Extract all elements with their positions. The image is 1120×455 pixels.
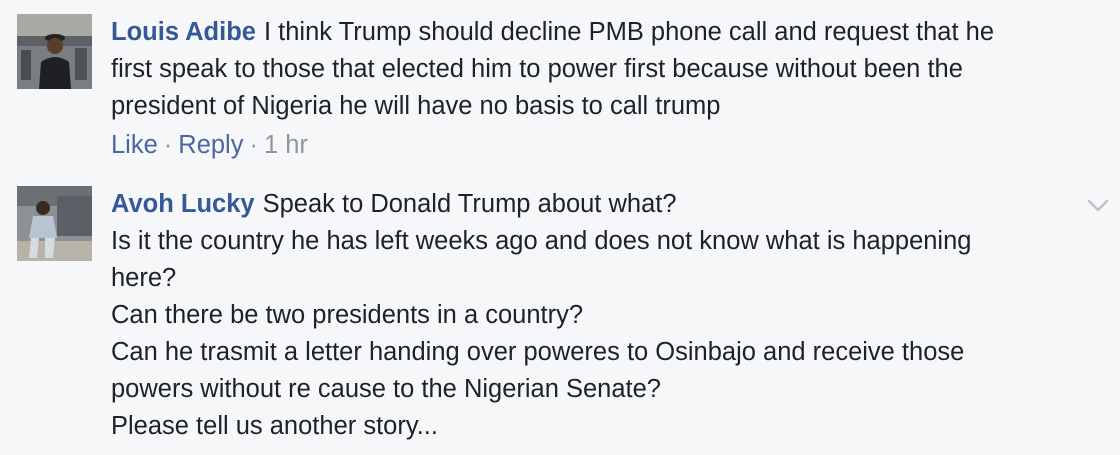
- separator: ·: [163, 131, 173, 159]
- comment-text: Please tell us another story...: [111, 412, 438, 440]
- comment-text: Speak to Donald Trump about what?: [262, 190, 677, 218]
- like-button[interactable]: Like: [111, 131, 158, 159]
- comment-text: Is it the country he has left weeks ago …: [111, 227, 972, 255]
- avatar-photo: [17, 14, 92, 89]
- comment-text: Can there be two presidents in a country…: [111, 301, 584, 329]
- comment-text: first speak to those that elected him to…: [111, 55, 963, 83]
- comment-author[interactable]: Louis Adibe: [111, 18, 256, 46]
- comment-text: president of Nigeria he will have no bas…: [111, 92, 721, 120]
- comment-timestamp[interactable]: 1 hr: [264, 131, 308, 159]
- comment-actions: Like · Reply · 1 hr: [111, 127, 1080, 164]
- comment-text: here?: [111, 264, 177, 292]
- chevron-down-icon[interactable]: [1086, 196, 1110, 216]
- avatar-photo: [17, 186, 92, 261]
- comment-text-line: Avoh Lucky Speak to Donald Trump about wh…: [111, 186, 1080, 223]
- avatar[interactable]: [17, 14, 92, 89]
- comment-text: I think Trump should decline PMB phone c…: [263, 18, 995, 46]
- avatar[interactable]: [17, 186, 92, 261]
- comment-text: powers without re cause to the Nigerian …: [111, 375, 661, 403]
- comment-author[interactable]: Avoh Lucky: [111, 190, 255, 218]
- comment-text: Can he trasmit a letter handing over pow…: [111, 338, 965, 366]
- comment-text-line: Louis Adibe I think Trump should decline …: [111, 14, 1080, 51]
- reply-button[interactable]: Reply: [178, 131, 243, 159]
- separator: ·: [249, 131, 258, 159]
